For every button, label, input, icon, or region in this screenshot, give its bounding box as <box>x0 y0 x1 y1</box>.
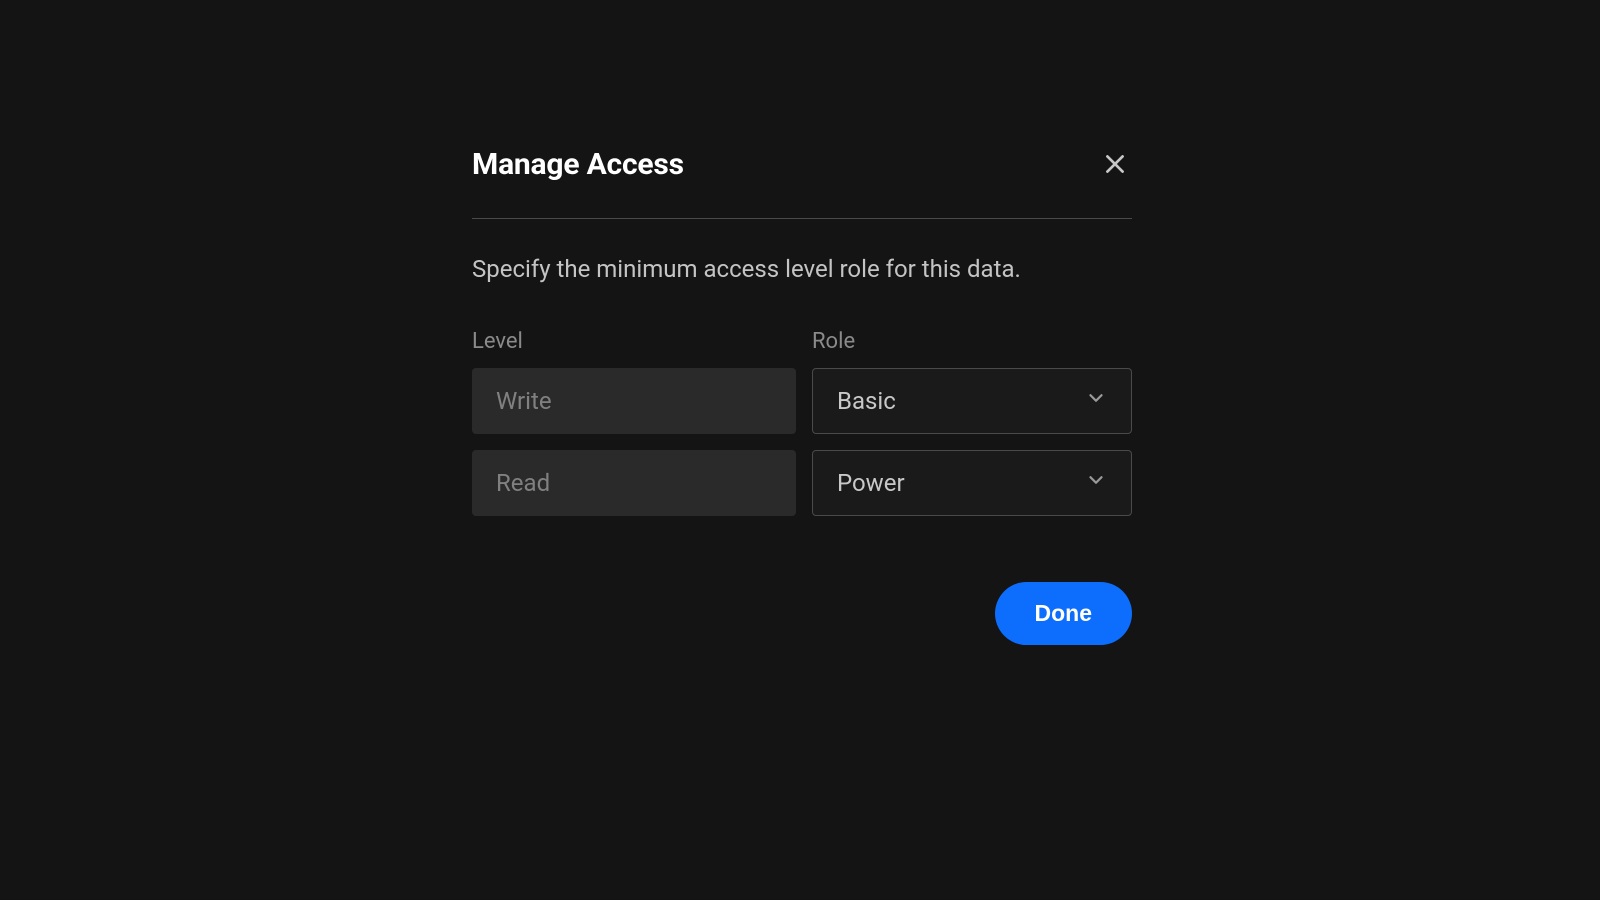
columns-header: Level Role <box>472 329 1132 354</box>
level-value-write: Write <box>472 368 796 434</box>
done-button[interactable]: Done <box>995 582 1133 645</box>
role-select-value: Power <box>837 469 905 497</box>
modal-description: Specify the minimum access level role fo… <box>472 255 1132 283</box>
role-select-write[interactable]: Basic <box>812 368 1132 434</box>
role-column-label: Role <box>812 329 1132 354</box>
role-select-read[interactable]: Power <box>812 450 1132 516</box>
chevron-down-icon <box>1085 387 1107 415</box>
close-button[interactable] <box>1100 151 1130 181</box>
level-value-read: Read <box>472 450 796 516</box>
chevron-down-icon <box>1085 469 1107 497</box>
access-row: Write Basic <box>472 368 1132 434</box>
modal-footer: Done <box>472 582 1132 645</box>
level-column-label: Level <box>472 329 796 354</box>
divider <box>472 218 1132 219</box>
close-icon <box>1102 151 1128 181</box>
manage-access-modal: Manage Access Specify the minimum access… <box>472 147 1132 645</box>
modal-title: Manage Access <box>472 147 1132 182</box>
role-select-value: Basic <box>837 387 896 415</box>
access-row: Read Power <box>472 450 1132 516</box>
